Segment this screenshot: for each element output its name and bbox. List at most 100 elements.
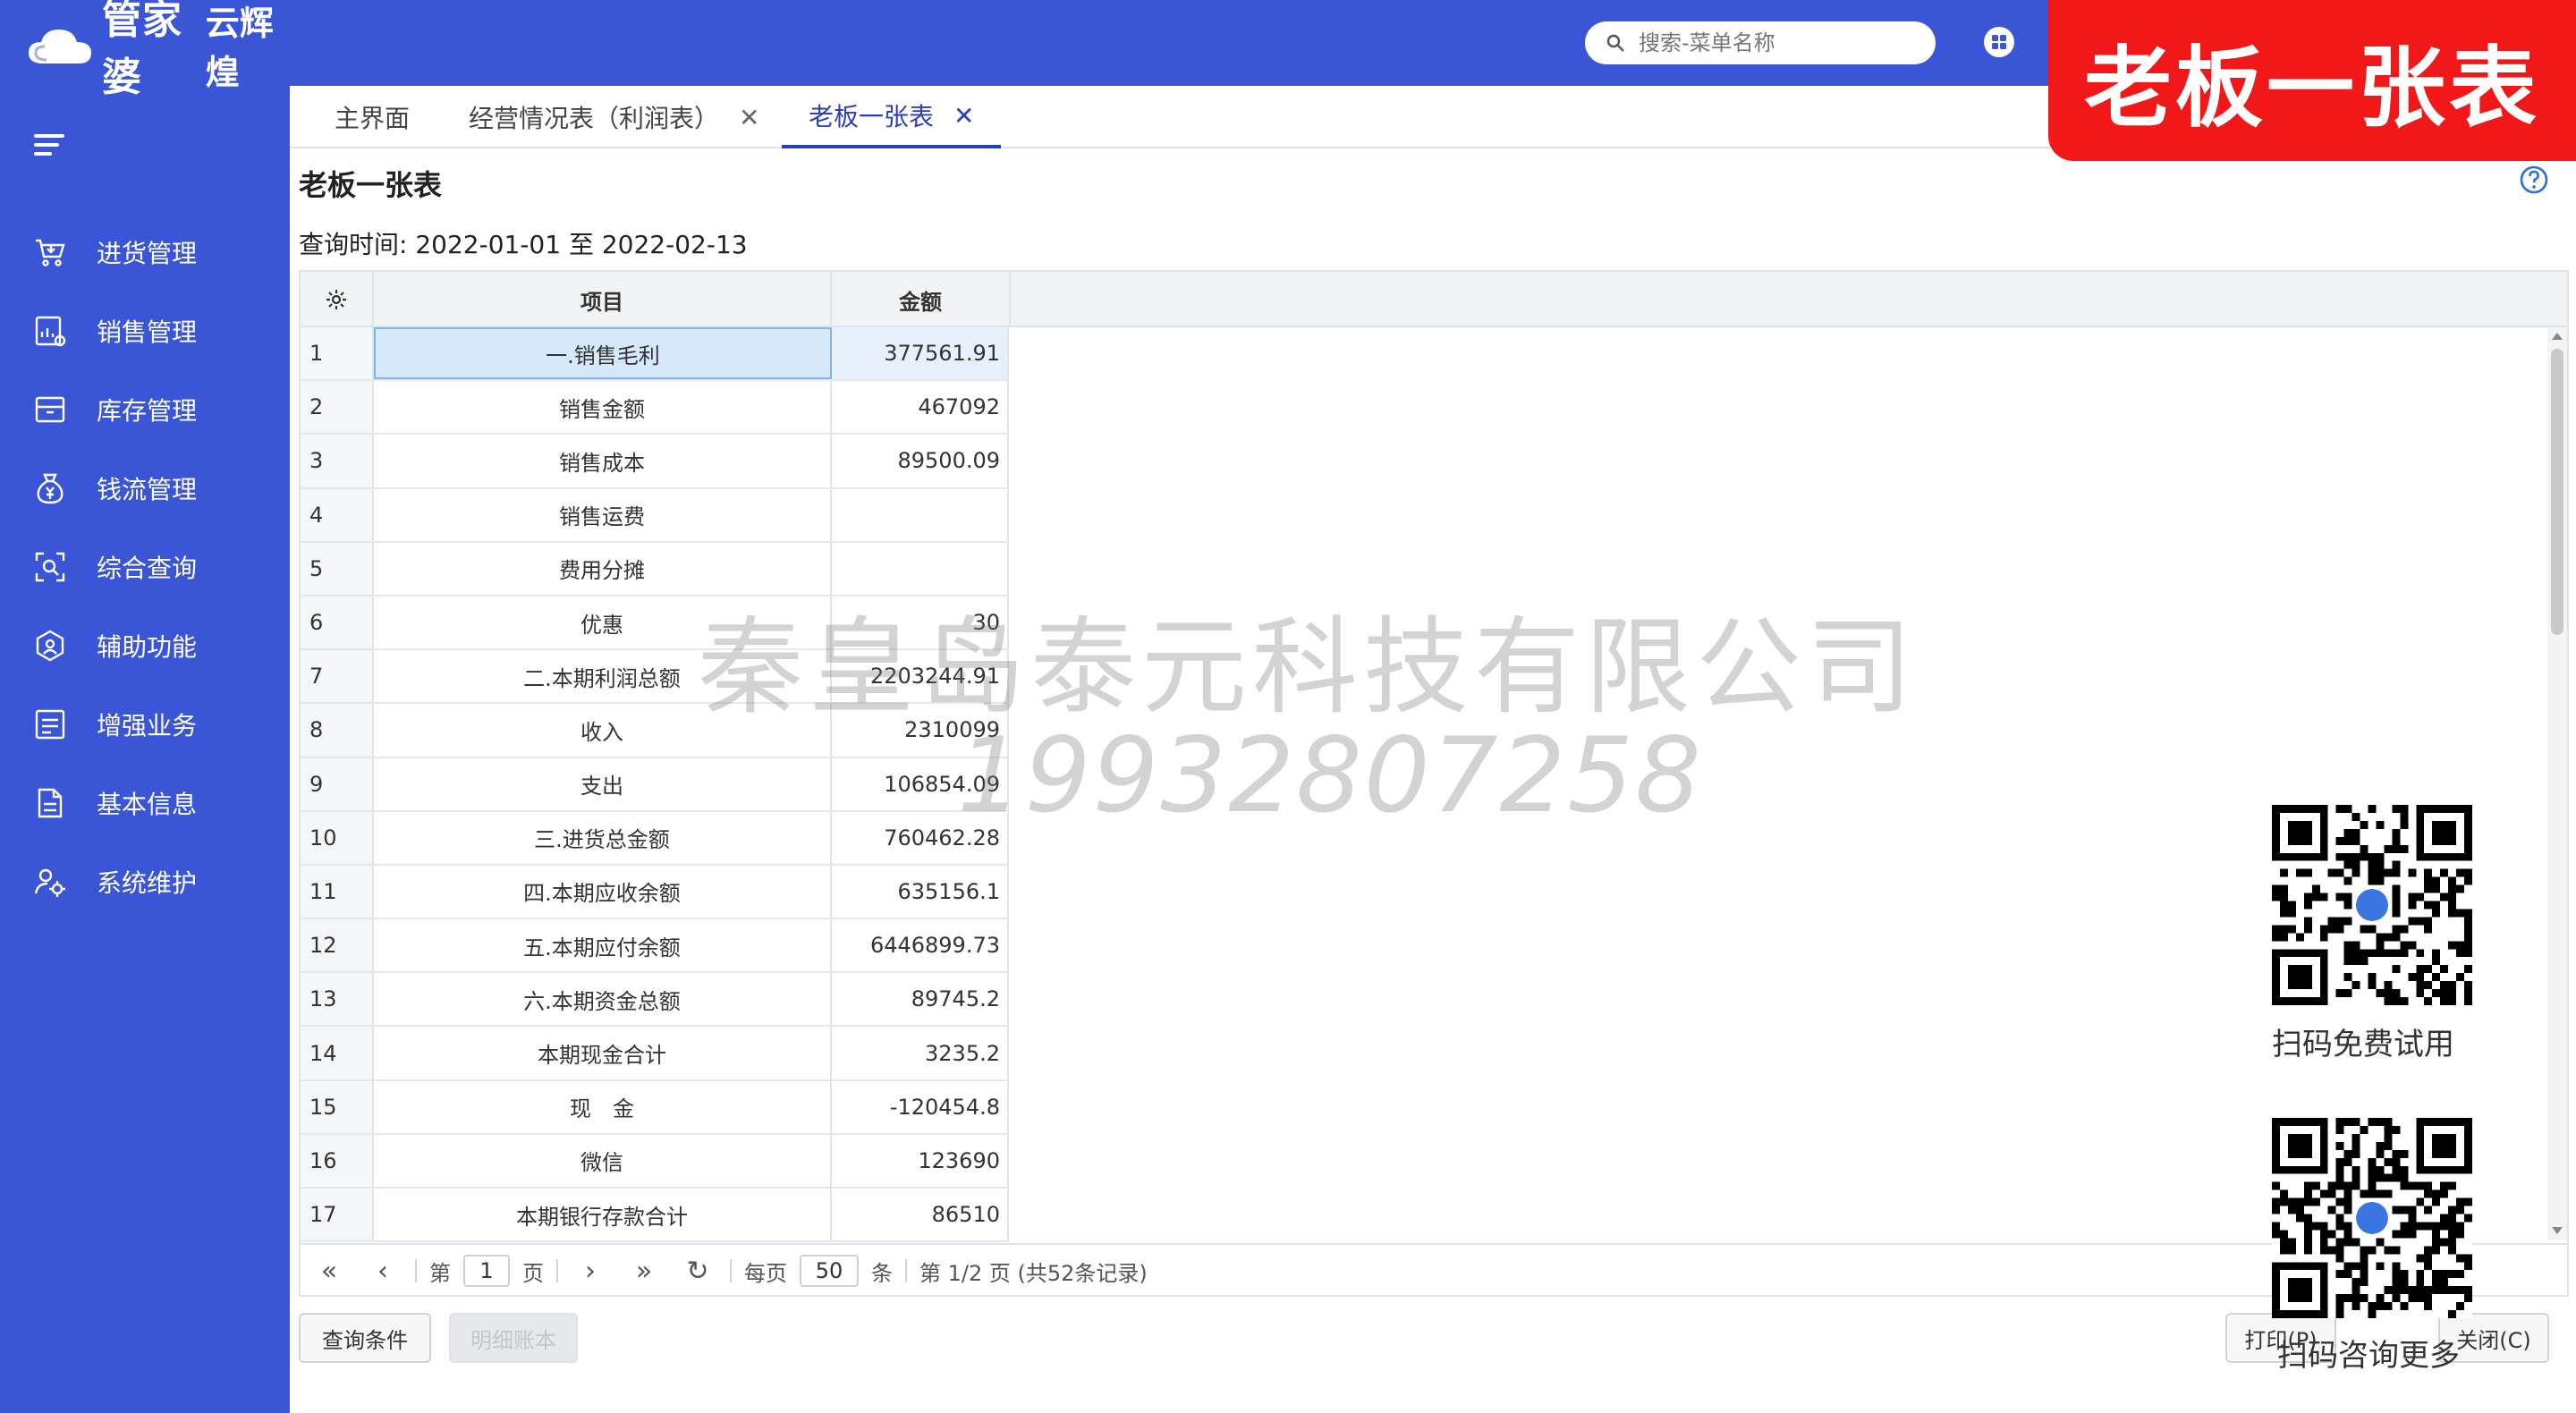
sidebar-item-inventory[interactable]: 库存管理 (0, 370, 290, 449)
item-cell[interactable]: 微信 (374, 1134, 832, 1187)
table-row[interactable]: 11 四.本期应收余额 635156.1 (301, 865, 1009, 920)
amount-cell[interactable]: 2203244.91 (832, 650, 1009, 703)
item-cell[interactable]: 四.本期应收余额 (374, 865, 832, 918)
prev-page-icon[interactable]: ‹ (356, 1256, 410, 1287)
table-row[interactable]: 2 销售金额 467092 (301, 381, 1009, 436)
last-page-icon[interactable]: » (617, 1256, 671, 1287)
row-index-cell: 9 (301, 757, 374, 810)
sidebar-item-purchase[interactable]: 进货管理 (0, 213, 290, 292)
amount-cell[interactable] (832, 488, 1009, 541)
item-cell[interactable]: 销售成本 (374, 435, 832, 487)
item-cell[interactable]: 五.本期应付余额 (374, 919, 832, 972)
page-number-input[interactable] (463, 1255, 510, 1287)
pager-divider (905, 1259, 907, 1282)
table-row[interactable]: 13 六.本期资金总额 89745.2 (301, 973, 1009, 1028)
table-row[interactable]: 8 收入 2310099 (301, 704, 1009, 758)
help-icon[interactable] (2519, 165, 2549, 195)
table-row[interactable]: 10 三.进货总金额 760462.28 (301, 811, 1009, 866)
amount-cell[interactable]: 30 (832, 596, 1009, 649)
scroll-down-arrow-icon[interactable] (2552, 1227, 2563, 1234)
item-cell[interactable]: 支出 (374, 757, 832, 810)
item-cell[interactable]: 三.进货总金额 (374, 811, 832, 864)
amount-cell[interactable]: 89500.09 (832, 435, 1009, 487)
promo-badge: 老板一张表 (2048, 0, 2576, 161)
amount-cell[interactable]: 106854.09 (832, 757, 1009, 810)
column-settings[interactable] (301, 272, 374, 327)
item-cell[interactable]: 优惠 (374, 596, 832, 649)
scroll-up-arrow-icon[interactable] (2552, 333, 2563, 340)
item-cell[interactable]: 本期银行存款合计 (374, 1189, 832, 1241)
amount-cell[interactable]: 2310099 (832, 704, 1009, 757)
table-row[interactable]: 7 二.本期利润总额 2203244.91 (301, 650, 1009, 705)
amount-cell[interactable]: 377561.91 (832, 327, 1009, 380)
item-cell[interactable]: 销售金额 (374, 381, 832, 434)
scroll-thumb[interactable] (2551, 349, 2563, 635)
table-row[interactable]: 16 微信 123690 (301, 1134, 1009, 1189)
item-cell[interactable]: 本期现金合计 (374, 1027, 832, 1079)
close-icon[interactable]: ✕ (953, 101, 974, 131)
menu-toggle-icon[interactable] (34, 134, 70, 161)
tab-boss-report[interactable]: 老板一张表 ✕ (782, 86, 1002, 148)
amount-cell[interactable]: 6446899.73 (832, 919, 1009, 972)
table-row[interactable]: 9 支出 106854.09 (301, 757, 1009, 812)
amount-cell[interactable]: -120454.8 (832, 1080, 1009, 1133)
amount-cell[interactable]: 86510 (832, 1189, 1009, 1241)
amount-cell[interactable]: 760462.28 (832, 811, 1009, 864)
amount-cell[interactable]: 467092 (832, 381, 1009, 434)
tab-home[interactable]: 主界面 (335, 86, 410, 148)
sidebar-item-assist[interactable]: 辅助功能 (0, 606, 290, 685)
page-prefix: 第 (429, 1260, 451, 1286)
item-cell[interactable]: 销售运费 (374, 488, 832, 541)
table-row[interactable]: 12 五.本期应付余额 6446899.73 (301, 919, 1009, 974)
sidebar-item-enhanced[interactable]: 增强业务 (0, 685, 290, 764)
app-logo[interactable]: 管家婆 云辉煌 (27, 0, 290, 100)
amount-cell[interactable]: 123690 (832, 1134, 1009, 1187)
apps-grid-icon[interactable] (1982, 25, 2016, 59)
item-cell[interactable]: 六.本期资金总额 (374, 973, 832, 1026)
amount-cell[interactable]: 3235.2 (832, 1027, 1009, 1079)
table-row[interactable]: 3 销售成本 89500.09 (301, 435, 1009, 489)
first-page-icon[interactable]: « (302, 1256, 356, 1287)
table-row[interactable]: 5 费用分摊 (301, 542, 1009, 597)
sidebar-item-label: 系统维护 (97, 868, 198, 898)
page-suffix: 页 (522, 1260, 544, 1286)
sidebar-item-cashflow[interactable]: 钱流管理 (0, 449, 290, 528)
file-icon (32, 785, 68, 821)
item-cell[interactable]: 费用分摊 (374, 542, 832, 595)
item-cell[interactable]: 二.本期利润总额 (374, 650, 832, 703)
sidebar-item-system[interactable]: 系统维护 (0, 842, 290, 921)
sidebar-item-label: 钱流管理 (97, 475, 198, 504)
next-page-icon[interactable]: › (564, 1256, 617, 1287)
table-row[interactable]: 4 销售运费 (301, 488, 1009, 543)
table-row[interactable]: 14 本期现金合计 3235.2 (301, 1027, 1009, 1081)
detail-ledger-button[interactable]: 明细账本 (449, 1313, 578, 1363)
close-icon[interactable]: ✕ (739, 103, 759, 132)
item-cell[interactable]: 一.销售毛利 (374, 327, 832, 380)
column-header-item[interactable]: 项目 (374, 272, 832, 327)
refresh-icon[interactable]: ↻ (671, 1256, 724, 1287)
sidebar-item-sales[interactable]: 销售管理 (0, 292, 290, 370)
table-row[interactable]: 17 本期银行存款合计 86510 (301, 1189, 1009, 1243)
vertical-scrollbar[interactable] (2547, 327, 2567, 1240)
table-row[interactable]: 6 优惠 30 (301, 596, 1009, 651)
row-index-cell: 1 (301, 327, 374, 380)
column-header-amount[interactable]: 金额 (832, 272, 1011, 327)
sidebar-item-label: 基本信息 (97, 790, 198, 819)
item-cell[interactable]: 现 金 (374, 1080, 832, 1133)
sidebar-item-basic-info[interactable]: 基本信息 (0, 764, 290, 842)
sidebar-item-query[interactable]: 综合查询 (0, 528, 290, 606)
search-input[interactable] (1639, 30, 1925, 55)
query-conditions-button[interactable]: 查询条件 (299, 1313, 431, 1363)
menu-search-box[interactable] (1585, 21, 1936, 64)
amount-cell[interactable]: 89745.2 (832, 973, 1009, 1026)
amount-cell[interactable]: 635156.1 (832, 865, 1009, 918)
amount-cell[interactable] (832, 542, 1009, 595)
trial-qr-label: 扫码免费试用 (2272, 1027, 2454, 1062)
per-page-input[interactable] (800, 1255, 859, 1287)
table-row[interactable]: 15 现 金 -120454.8 (301, 1080, 1009, 1135)
item-cell[interactable]: 收入 (374, 704, 832, 757)
page-summary: 第 1/2 页 (共52条记录) (919, 1260, 1148, 1286)
tab-profit-statement[interactable]: 经营情况表（利润表） ✕ (469, 86, 759, 148)
per-page-label: 每页 (744, 1260, 787, 1286)
table-row[interactable]: 1 一.销售毛利 377561.91 (301, 327, 1009, 382)
